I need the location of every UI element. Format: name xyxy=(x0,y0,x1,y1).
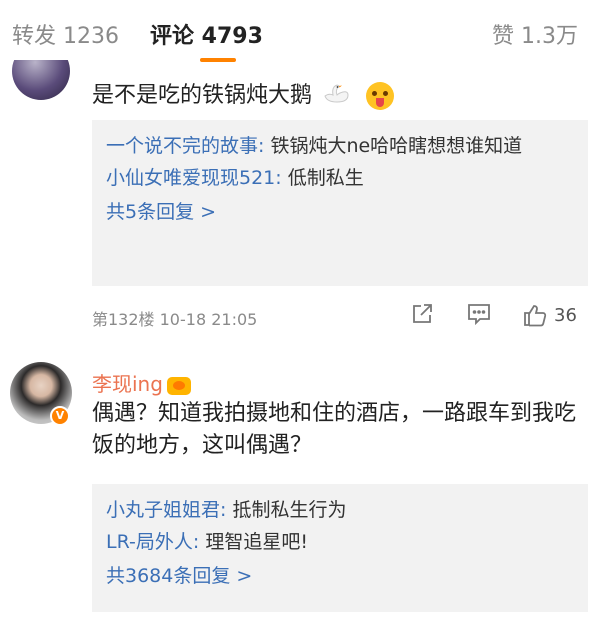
goose-icon xyxy=(319,82,351,110)
reply-author[interactable]: 小丸子姐姐君: xyxy=(106,499,226,521)
avatar[interactable] xyxy=(12,60,70,100)
view-more-replies-link[interactable]: 共3684条回复 > xyxy=(106,558,574,594)
reply-author[interactable]: LR-局外人: xyxy=(106,531,199,553)
active-tab-indicator xyxy=(200,58,236,62)
verified-badge-icon: V xyxy=(50,406,70,426)
reply-item[interactable]: 一个说不完的故事: 铁锅炖大ne哈哈瞎想想谁知道 xyxy=(106,130,574,162)
reply-item[interactable]: 小丸子姐姐君: 抵制私生行为 xyxy=(106,494,574,526)
reply-text: 低制私生 xyxy=(281,167,364,189)
reply-text: 铁锅炖大ne哈哈瞎想想谁知道 xyxy=(264,135,523,157)
comment-text: 偶遇？知道我拍摄地和住的酒店，一路跟车到我吃饭的地方，这叫偶遇？ xyxy=(92,401,577,458)
reply-text: 理智追星吧! xyxy=(199,531,308,553)
reply-author[interactable]: 一个说不完的故事: xyxy=(106,135,264,157)
reply-item[interactable]: LR-局外人: 理智追星吧! xyxy=(106,526,574,558)
replies-box: 一个说不完的故事: 铁锅炖大ne哈哈瞎想想谁知道 小仙女唯爱现现521: 低制私… xyxy=(92,120,588,286)
comment-meta: 第132楼 10-18 21:05 xyxy=(92,310,258,329)
tab-reposts[interactable]: 转发 1236 xyxy=(12,18,119,50)
tab-likes[interactable]: 赞 1.3万 xyxy=(492,18,578,50)
share-button[interactable] xyxy=(410,302,434,326)
reply-author[interactable]: 小仙女唯爱现现521: xyxy=(106,167,282,189)
comment-text-body: 是不是吃的铁锅炖大鹅 xyxy=(92,83,313,108)
comment-author[interactable]: 李现ing xyxy=(92,368,191,397)
tab-comments[interactable]: 评论 4793 xyxy=(150,18,263,50)
comment-text: 是不是吃的铁锅炖大鹅 xyxy=(92,77,395,110)
like-button[interactable]: 36 xyxy=(522,302,577,328)
comment-icon xyxy=(466,302,492,326)
reply-item[interactable]: 小仙女唯爱现现521: 低制私生 xyxy=(106,162,574,194)
replies-box: 小丸子姐姐君: 抵制私生行为 LR-局外人: 理智追星吧! 共3684条回复 > xyxy=(92,484,588,612)
thumbs-up-icon xyxy=(522,302,548,328)
like-count: 36 xyxy=(554,304,577,326)
share-icon xyxy=(410,302,434,326)
view-more-replies-link[interactable]: 共5条回复 > xyxy=(106,194,574,230)
vip-icon xyxy=(166,376,191,395)
comment-author-name[interactable]: 李现ing xyxy=(92,372,163,396)
reply-text: 抵制私生行为 xyxy=(226,499,347,521)
tab-bar: 转发 1236 评论 4793 赞 1.3万 xyxy=(0,0,600,66)
tongue-out-icon xyxy=(366,82,395,110)
reply-button[interactable] xyxy=(466,302,492,326)
